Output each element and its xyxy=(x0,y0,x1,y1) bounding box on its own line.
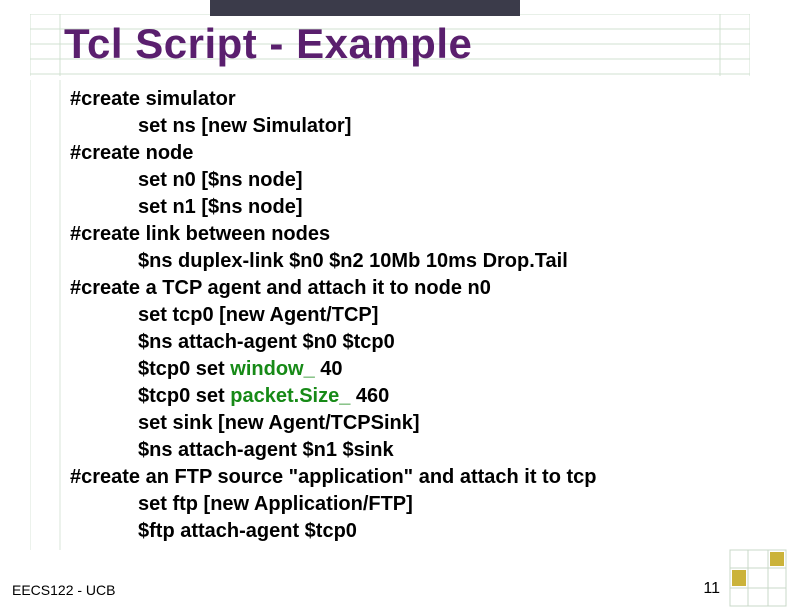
code-text: 460 xyxy=(350,385,389,407)
code-line: #create simulator xyxy=(70,86,750,113)
highlight-text: window_ xyxy=(230,358,314,380)
code-line: set sink [new Agent/TCPSink] xyxy=(70,410,750,437)
code-text: $tcp0 set xyxy=(138,385,230,407)
code-line: $tcp0 set window_ 40 xyxy=(70,356,750,383)
code-line: set n0 [$ns node] xyxy=(70,167,750,194)
code-line: $tcp0 set packet.Size_ 460 xyxy=(70,383,750,410)
highlight-text: packet.Size_ xyxy=(230,385,350,407)
code-line: $ns attach-agent $n1 $sink xyxy=(70,437,750,464)
code-line: $ns duplex-link $n0 $n2 10Mb 10ms Drop.T… xyxy=(70,248,750,275)
code-line: #create node xyxy=(70,140,750,167)
code-line: set ftp [new Application/FTP] xyxy=(70,491,750,518)
code-line: set ns [new Simulator] xyxy=(70,113,750,140)
code-text: 40 xyxy=(315,358,343,380)
code-line: #create a TCP agent and attach it to nod… xyxy=(70,275,750,302)
code-line: $ftp attach-agent $tcp0 xyxy=(70,518,750,545)
slide-container: Tcl Script - Example #create simulator s… xyxy=(0,0,792,612)
code-line: set n1 [$ns node] xyxy=(70,194,750,221)
slide-title: Tcl Script - Example xyxy=(64,20,750,68)
code-line: $ns attach-agent $n0 $tcp0 xyxy=(70,329,750,356)
page-number: 11 xyxy=(703,580,720,598)
code-block: #create simulator set ns [new Simulator]… xyxy=(70,86,750,545)
code-line: #create an FTP source "application" and … xyxy=(70,464,750,491)
code-line: set tcp0 [new Agent/TCP] xyxy=(70,302,750,329)
code-line: #create link between nodes xyxy=(70,221,750,248)
footer-course: EECS122 - UCB xyxy=(12,582,115,598)
code-text: $tcp0 set xyxy=(138,358,230,380)
